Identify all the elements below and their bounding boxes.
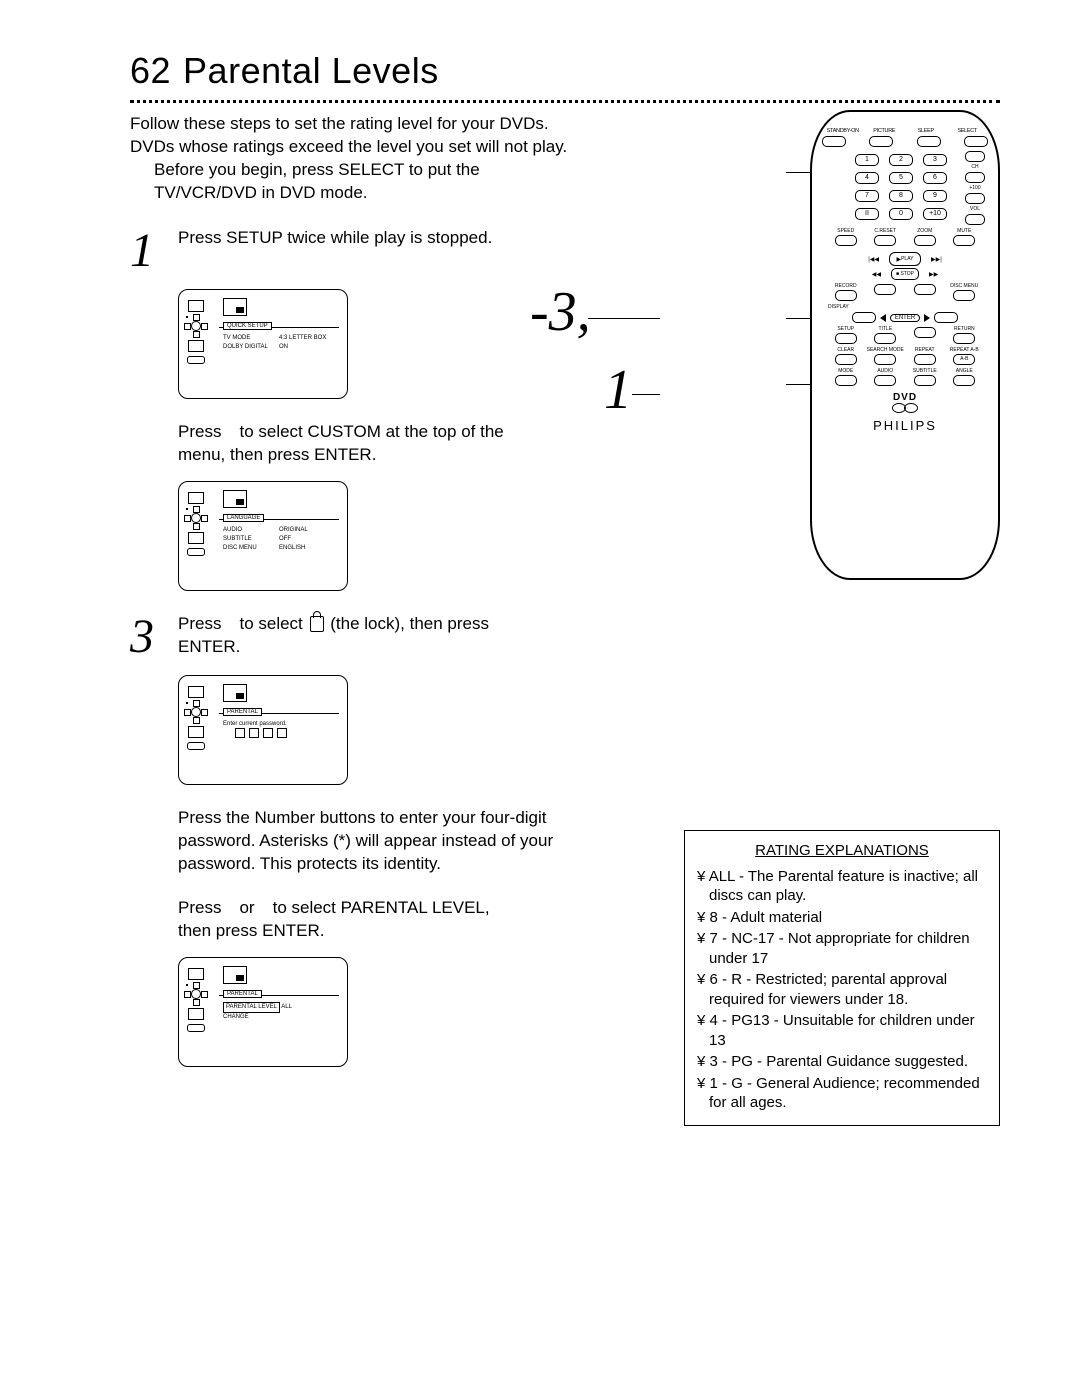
ratings-item: 1 - G - General Audience; recommended fo… xyxy=(697,1074,987,1113)
osd-quick-setup: QUICK SETUP TV MODE4:3 LETTER BOX DOLBY … xyxy=(178,289,348,399)
intro-line: DVDs whose ratings exceed the level you … xyxy=(130,137,567,156)
ratings-list: ALL - The Parental feature is inactive; … xyxy=(697,867,987,1113)
ratings-header: RATING EXPLANATIONS xyxy=(697,841,987,861)
osd-tab: LANGUAGE xyxy=(223,514,264,522)
play-button: ▶ PLAY xyxy=(889,252,921,266)
remote-enter-row: ENTER xyxy=(822,312,988,323)
pointer-line xyxy=(786,384,812,385)
remote-row-mode: MODE AUDIO SUBTITLE ANGLE xyxy=(826,368,984,386)
osd-values: PARENTAL LEVEL ALL CHANGE xyxy=(223,1002,292,1022)
page-heading: Parental Levels xyxy=(183,50,439,91)
ratings-item: 7 - NC-17 - Not appropriate for children… xyxy=(697,929,987,968)
remote-row-speed: SPEED C.RESET ZOOM MUTE xyxy=(826,228,984,246)
callout-number: -3, xyxy=(530,280,591,344)
step-text: Pressto select (the lock), then press EN… xyxy=(178,613,489,659)
ratings-item: 4 - PG13 - Unsuitable for children under… xyxy=(697,1011,987,1050)
osd-language: LANGUAGE AUDIOORIGINAL SUBTITLEOFF DISC … xyxy=(178,481,348,591)
manual-page: 62 Parental Levels Follow these steps to … xyxy=(0,0,1080,1113)
pointer-line xyxy=(786,172,812,173)
password-boxes xyxy=(235,728,287,738)
remote-brand: PHILIPS xyxy=(822,418,988,433)
remote-display-label: DISPLAY xyxy=(828,304,982,310)
lock-icon xyxy=(310,616,324,632)
page-number: 62 xyxy=(130,50,171,91)
step-text: Pressorto select PARENTAL LEVEL, then pr… xyxy=(178,897,490,943)
step-text: Press the Number buttons to enter your f… xyxy=(178,807,608,876)
remote-row-clear: CLEAR SEARCH MODE REPEAT REPEAT A-BA-B xyxy=(826,347,984,365)
remote-ch-vol: CH +100 VOL xyxy=(962,151,988,225)
intro-line: Follow these steps to set the rating lev… xyxy=(130,114,549,133)
pointer-line xyxy=(786,318,812,319)
intro-before: TV/VCR/DVD in DVD mode. xyxy=(154,182,610,205)
step-number: 3 xyxy=(130,613,178,661)
remote-number-pad: 123 456 789 II0+10 xyxy=(855,151,947,223)
remote-row-record: RECORD DISC MENU xyxy=(826,283,984,301)
osd-values: AUDIOORIGINAL SUBTITLEOFF DISC MENUENGLI… xyxy=(223,526,308,553)
rating-explanations: RATING EXPLANATIONS ALL - The Parental f… xyxy=(684,830,1000,1126)
ratings-item: 3 - PG - Parental Guidance suggested. xyxy=(697,1052,987,1072)
step-text: Pressto select CUSTOM at the top of the … xyxy=(178,421,504,467)
remote-diagram: STANDBY-ONPICTURESLEEPSELECT 123 456 789… xyxy=(810,110,1000,580)
callout-line xyxy=(588,318,660,319)
osd-tab: PARENTAL xyxy=(223,990,262,998)
step-number: 1 xyxy=(130,227,178,275)
remote-row-setup: SETUP TITLE RETURN xyxy=(826,326,984,344)
ratings-item: 6 - R - Restricted; parental approval re… xyxy=(697,970,987,1009)
step-3: 3 Pressto select (the lock), then press … xyxy=(130,613,1000,661)
step-text: Press SETUP twice while play is stopped. xyxy=(178,227,492,250)
ratings-item: 8 - Adult material xyxy=(697,908,987,928)
osd-tab: PARENTAL xyxy=(223,708,262,716)
remote-transport: |◀◀ ▶ PLAY ▶▶| ◀◀■ STOP▶▶ xyxy=(822,252,988,280)
divider xyxy=(130,100,1000,103)
ratings-item: ALL - The Parental feature is inactive; … xyxy=(697,867,987,906)
intro-text: Follow these steps to set the rating lev… xyxy=(130,113,610,205)
osd-values: TV MODE4:3 LETTER BOX DOLBY DIGITALON xyxy=(223,334,326,352)
osd-parental-password: PARENTAL Enter current password. xyxy=(178,675,348,785)
dvd-logo: DVD xyxy=(822,392,988,414)
osd-parental-level: PARENTAL PARENTAL LEVEL ALL CHANGE xyxy=(178,957,348,1067)
osd-tab: QUICK SETUP xyxy=(223,322,272,330)
intro-before: Before you begin, press SELECT to put th… xyxy=(154,159,610,182)
callout-number: 1 xyxy=(604,358,632,422)
page-title: 62 Parental Levels xyxy=(130,50,1000,92)
remote-top-labels: STANDBY-ONPICTURESLEEPSELECT xyxy=(822,128,988,134)
callout-line xyxy=(632,394,660,395)
